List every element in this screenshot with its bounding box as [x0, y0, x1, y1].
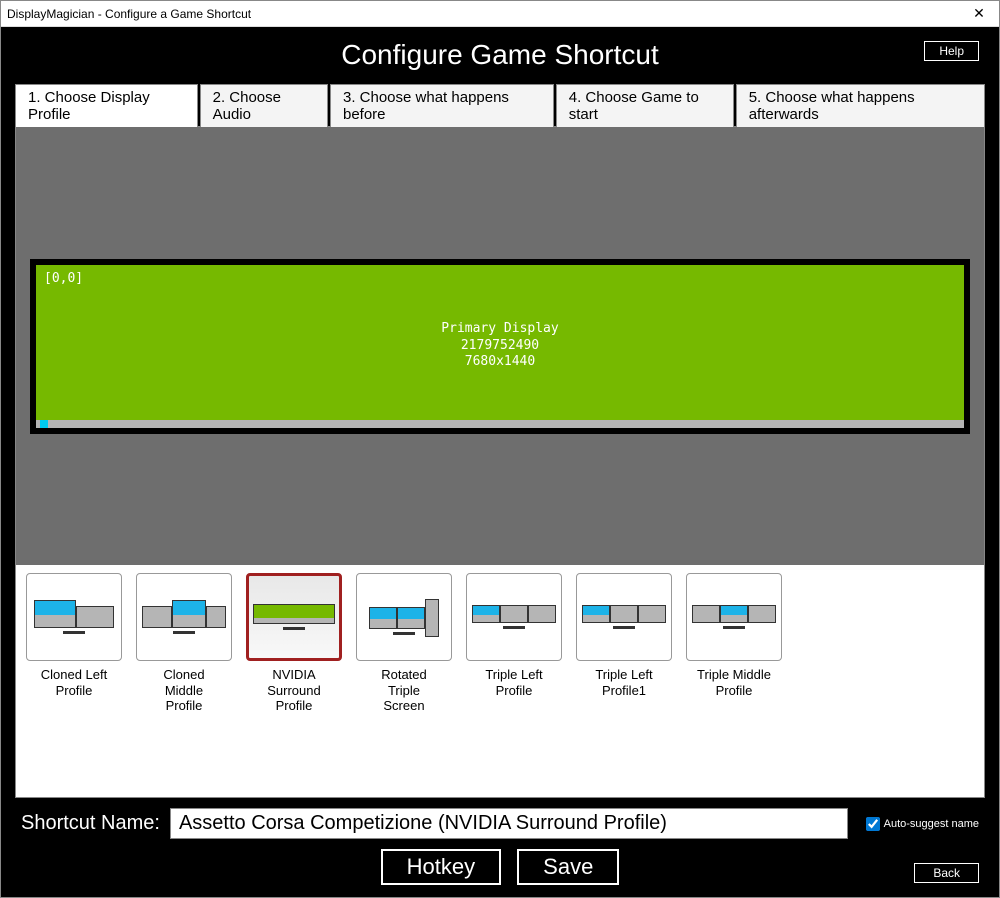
profile-item-triple-left[interactable]: Triple Left Profile — [464, 573, 564, 698]
button-row: Hotkey Save Back — [21, 849, 979, 885]
display-preview-area: [0,0] Primary Display 2179752490 7680x14… — [16, 127, 984, 565]
profile-thumb — [466, 573, 562, 661]
header-row: Configure Game Shortcut Help — [1, 27, 999, 83]
profile-item-triple-left1[interactable]: Triple Left Profile1 — [574, 573, 674, 698]
monitor-frame: [0,0] Primary Display 2179752490 7680x14… — [30, 259, 970, 434]
page-title: Configure Game Shortcut — [341, 39, 659, 71]
profile-label: NVIDIA Surround Profile — [267, 667, 320, 714]
monitor-id: 2179752490 — [461, 338, 539, 355]
tab-body: [0,0] Primary Display 2179752490 7680x14… — [15, 126, 985, 798]
monitor-resolution: 7680x1440 — [465, 354, 535, 371]
profile-label: Triple Left Profile — [485, 667, 542, 698]
taskbar-start-icon — [40, 420, 48, 428]
auto-suggest-row[interactable]: Auto-suggest name — [866, 817, 979, 831]
auto-suggest-checkbox[interactable] — [866, 817, 880, 831]
bottom-bar: Shortcut Name: Auto-suggest name Hotkey … — [1, 798, 999, 897]
profile-thumb — [26, 573, 122, 661]
tab-3[interactable]: 4. Choose Game to start — [556, 84, 734, 127]
profile-item-cloned-left[interactable]: Cloned Left Profile — [24, 573, 124, 698]
close-icon[interactable]: ✕ — [965, 4, 993, 24]
hotkey-button[interactable]: Hotkey — [381, 849, 501, 885]
tab-2[interactable]: 3. Choose what happens before — [330, 84, 554, 127]
profile-thumb — [356, 573, 452, 661]
profile-thumb — [246, 573, 342, 661]
titlebar: DisplayMagician - Configure a Game Short… — [1, 1, 999, 27]
shortcut-name-input[interactable] — [170, 808, 848, 839]
profile-item-nvidia[interactable]: NVIDIA Surround Profile — [244, 573, 344, 714]
profile-label: Rotated Triple Screen — [381, 667, 427, 714]
tab-0[interactable]: 1. Choose Display Profile — [15, 84, 198, 127]
back-button[interactable]: Back — [914, 863, 979, 883]
profile-thumb — [686, 573, 782, 661]
monitor-name: Primary Display — [441, 321, 558, 338]
save-button[interactable]: Save — [517, 849, 619, 885]
tab-strip: 1. Choose Display Profile2. Choose Audio… — [1, 83, 999, 126]
shortcut-name-label: Shortcut Name: — [21, 812, 160, 835]
client-area: Configure Game Shortcut Help 1. Choose D… — [1, 27, 999, 897]
auto-suggest-label: Auto-suggest name — [884, 818, 979, 830]
window-title: DisplayMagician - Configure a Game Short… — [7, 7, 251, 21]
monitor-coord: [0,0] — [44, 271, 83, 288]
profile-label: Cloned Middle Profile — [163, 667, 204, 714]
profile-thumb — [136, 573, 232, 661]
tab-1[interactable]: 2. Choose Audio — [200, 84, 328, 127]
profile-label: Triple Middle Profile — [697, 667, 771, 698]
help-button[interactable]: Help — [924, 41, 979, 61]
profile-item-cloned-middle[interactable]: Cloned Middle Profile — [134, 573, 234, 714]
monitor-taskbar — [36, 420, 964, 428]
tab-4[interactable]: 5. Choose what happens afterwards — [736, 84, 985, 127]
monitor-screen: [0,0] Primary Display 2179752490 7680x14… — [36, 265, 964, 428]
window-frame: DisplayMagician - Configure a Game Short… — [0, 0, 1000, 898]
profile-thumb — [576, 573, 672, 661]
profile-strip: Cloned Left Profile Cloned Middle Profile… — [16, 565, 984, 797]
profile-item-rotated[interactable]: Rotated Triple Screen — [354, 573, 454, 714]
shortcut-name-row: Shortcut Name: Auto-suggest name — [21, 808, 979, 839]
profile-label: Cloned Left Profile — [41, 667, 108, 698]
profile-item-triple-middle[interactable]: Triple Middle Profile — [684, 573, 784, 698]
profile-label: Triple Left Profile1 — [595, 667, 652, 698]
